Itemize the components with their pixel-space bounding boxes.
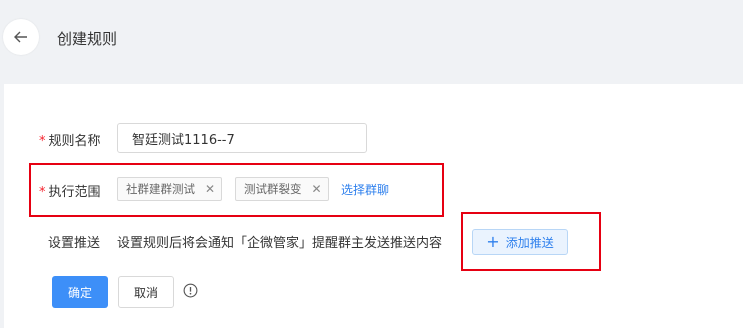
cancel-button[interactable]: 取消 <box>118 276 174 308</box>
push-hint: 设置规则后将会通知「企微管家」提醒群主发送推送内容 <box>117 236 443 251</box>
add-push-button[interactable]: + 添加推送 <box>472 229 568 255</box>
page-title: 创建规则 <box>57 30 118 48</box>
add-push-label: 添加推送 <box>505 235 554 250</box>
plus-icon: + <box>486 232 500 251</box>
scope-tag-label: 测试群裂变 <box>244 182 302 196</box>
close-icon[interactable]: ✕ <box>205 182 215 196</box>
close-icon[interactable]: ✕ <box>312 182 322 196</box>
arrow-left-icon <box>14 31 27 43</box>
scope-label: * 执行范围 <box>39 185 101 200</box>
rule-name-value: 智廷测试1116--7 <box>132 132 235 148</box>
push-label: 设置推送 <box>48 236 101 251</box>
scope-tag-label: 社群建群测试 <box>126 182 195 196</box>
page-header: 创建规则 <box>0 0 743 80</box>
confirm-button[interactable]: 确定 <box>52 276 108 308</box>
required-mark: * <box>39 185 46 200</box>
select-group-link[interactable]: 选择群聊 <box>341 181 389 198</box>
info-circle-icon[interactable] <box>183 283 198 298</box>
scope-tag: 社群建群测试 ✕ <box>117 177 223 201</box>
rule-name-input[interactable]: 智廷测试1116--7 <box>117 123 367 153</box>
rule-name-label: * 规则名称 <box>39 134 101 149</box>
required-mark: * <box>39 134 46 149</box>
scope-tag: 测试群裂变 ✕ <box>235 177 329 201</box>
form-card <box>4 84 743 328</box>
back-button[interactable] <box>3 19 39 55</box>
